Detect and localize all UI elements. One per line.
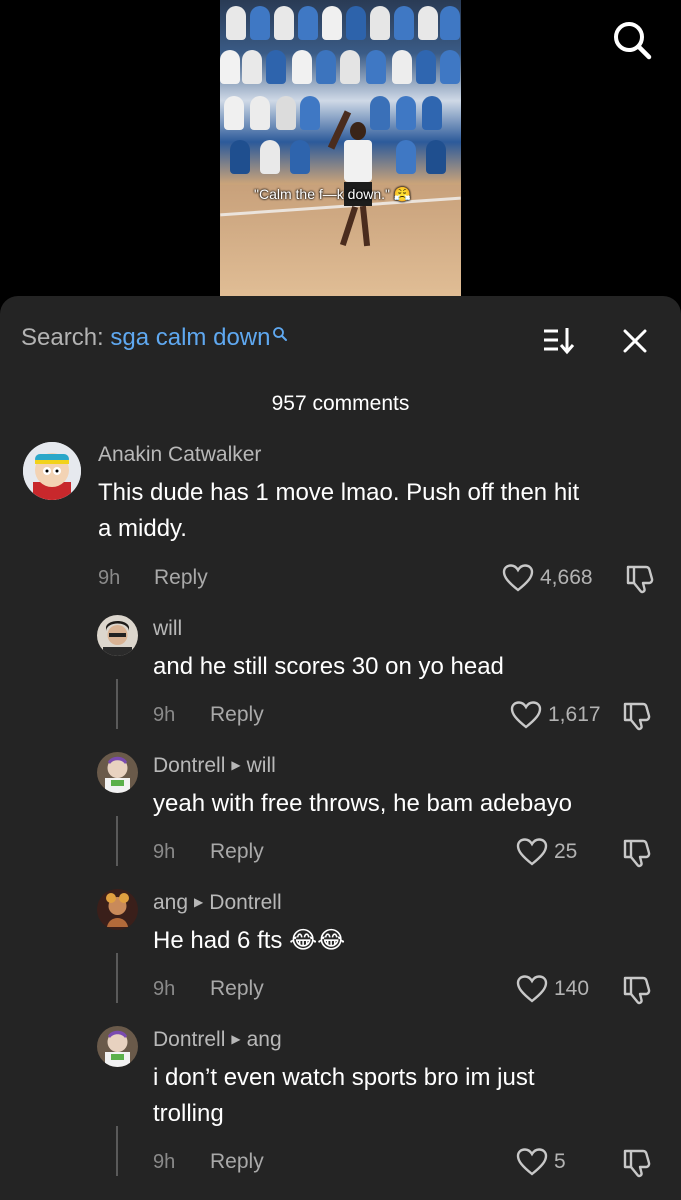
avatar[interactable] [97,615,138,656]
comment-time: 9h [153,704,176,726]
comment-author[interactable]: will [153,617,182,641]
reply-arrow-icon: ▶ [231,1032,241,1046]
heart-icon [510,701,542,729]
crowd-decoration [220,6,461,42]
heart-icon [516,975,548,1003]
author-name[interactable]: Dontrell [153,754,225,777]
like-count: 5 [554,1150,566,1173]
sort-icon [544,328,575,355]
reply-button[interactable]: Reply [210,977,264,1001]
dislike-icon [623,702,651,731]
comments-sheet: Search: sga calm down 957 comments Anaki… [0,296,681,1200]
comment-text: and he still scores 30 on yo head [153,653,504,680]
reply-to-name[interactable]: will [247,754,276,777]
video-area[interactable]: "Calm the f—k down." 😤 [0,0,681,300]
dislike-icon [623,976,651,1005]
comment-time: 9h [153,1151,176,1173]
dislike-button[interactable] [621,837,653,869]
comment-text: trolling [153,1100,224,1127]
dislike-button[interactable] [621,1147,653,1179]
crowd-decoration [220,50,461,86]
comment-text: He had 6 fts 😂😂 [153,927,346,954]
dislike-icon [623,1149,651,1178]
close-button[interactable] [616,322,654,360]
like-button[interactable]: 25 [516,836,577,868]
dislike-button[interactable] [624,563,656,595]
comment-author[interactable]: Dontrell ▶ will [153,754,276,778]
close-icon [623,329,647,353]
comment-author[interactable]: ang ▶ Dontrell [153,891,282,915]
like-button[interactable]: 140 [516,973,589,1005]
comment-text: yeah with free throws, he bam adebayo [153,790,572,817]
search-icon [273,327,288,341]
author-name[interactable]: Dontrell [153,1028,225,1051]
comment-text: i don’t even watch sports bro im just [153,1064,535,1091]
reply-arrow-icon: ▶ [231,758,241,772]
search-suggestion[interactable]: Search: sga calm down [21,324,288,352]
thread-line [116,1126,118,1176]
dislike-icon [623,839,651,868]
comment-author[interactable]: Dontrell ▶ ang [153,1028,282,1052]
avatar[interactable] [97,752,138,793]
thread-line [116,816,118,866]
like-button[interactable]: 4,668 [502,562,593,594]
avatar[interactable] [23,442,81,500]
like-count: 140 [554,977,590,1000]
dislike-button[interactable] [621,974,653,1006]
video-thumbnail[interactable]: "Calm the f—k down." 😤 [220,0,461,296]
like-count: 1,617 [548,703,601,726]
search-query-link[interactable]: sga calm down [110,324,270,351]
like-button[interactable]: 1,617 [510,699,601,731]
reply-button[interactable]: Reply [210,840,264,864]
search-prefix: Search: [21,324,104,351]
search-icon [614,22,652,60]
player-figure [327,110,378,247]
comment-time: 9h [98,567,121,589]
reply-to-name[interactable]: ang [247,1028,282,1051]
heart-icon [516,1148,548,1176]
thread-line [116,679,118,729]
heart-icon [502,564,534,592]
comment-time: 9h [153,841,176,863]
video-caption: "Calm the f—k down." 😤 [254,186,412,202]
like-count: 4,668 [540,566,593,589]
comment-author[interactable]: Anakin Catwalker [98,443,261,467]
thread-line [116,953,118,1003]
reply-button[interactable]: Reply [210,1150,264,1174]
avatar[interactable] [97,1026,138,1067]
comment-time: 9h [153,978,176,1000]
heart-icon [516,838,548,866]
dislike-icon [626,565,654,594]
reply-arrow-icon: ▶ [194,895,204,909]
comment-text: a middy. [98,515,187,542]
dislike-button[interactable] [621,700,653,732]
comment-count: 957 comments [271,392,410,415]
reply-button[interactable]: Reply [154,566,208,590]
avatar[interactable] [97,889,138,930]
reply-button[interactable]: Reply [210,703,264,727]
sort-button[interactable] [540,323,580,357]
comment-text: This dude has 1 move lmao. Push off then… [98,479,580,506]
search-button[interactable] [610,18,654,62]
author-name[interactable]: ang [153,891,188,914]
like-button[interactable]: 5 [516,1146,566,1178]
like-count: 25 [554,840,578,863]
reply-to-name[interactable]: Dontrell [209,891,281,914]
